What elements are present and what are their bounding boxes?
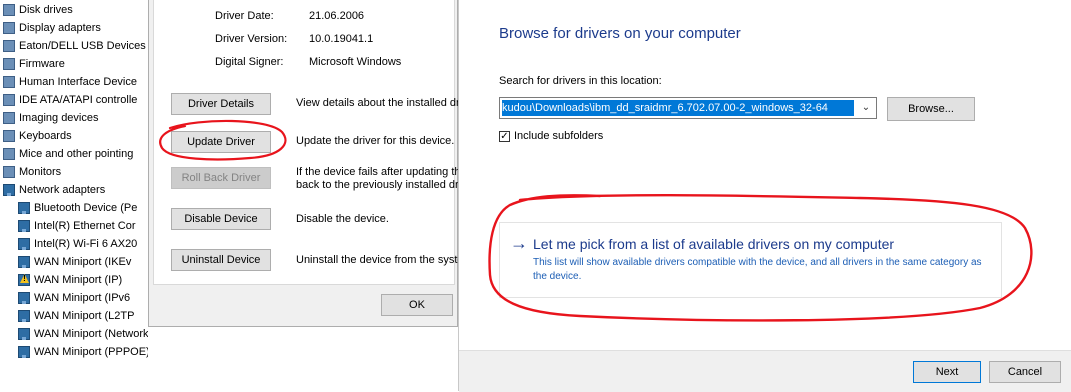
next-button[interactable]: Next bbox=[913, 361, 981, 383]
search-location-label: Search for drivers in this location: bbox=[499, 75, 662, 87]
device-tree[interactable]: Disk drives Display adapters Eaton/DELL US… bbox=[0, 0, 148, 391]
cancel-button[interactable]: Cancel bbox=[989, 361, 1061, 383]
chevron-down-icon[interactable]: ⌄ bbox=[857, 99, 875, 117]
device-tree-item[interactable]: Imaging devices bbox=[3, 109, 99, 127]
network-adapter-icon bbox=[18, 346, 30, 358]
device-tree-item-label[interactable]: WAN Miniport (IPv6 bbox=[34, 292, 130, 304]
wizard-footer: Next Cancel bbox=[459, 350, 1071, 392]
camera-icon bbox=[3, 112, 15, 124]
device-tree-item[interactable]: WAN Miniport (IKEv bbox=[18, 253, 131, 271]
device-tree-item-label[interactable]: Human Interface Device bbox=[19, 76, 137, 88]
disable-device-desc: Disable the device. bbox=[296, 213, 389, 225]
device-tree-item[interactable]: WAN Miniport (IP) bbox=[18, 271, 122, 289]
disk-drive-icon bbox=[3, 4, 15, 16]
arrow-right-icon: → bbox=[510, 233, 528, 253]
driver-details-desc: View details about the installed drive bbox=[296, 97, 466, 109]
device-tree-item-label[interactable]: WAN Miniport (L2TP bbox=[34, 310, 134, 322]
uninstall-device-desc: Uninstall the device from the system bbox=[296, 254, 466, 266]
hid-icon bbox=[3, 76, 15, 88]
roll-back-driver-button: Roll Back Driver bbox=[171, 167, 271, 189]
device-tree-item[interactable]: IDE ATA/ATAPI controlle bbox=[3, 91, 137, 109]
driver-version-value: 10.0.19041.1 bbox=[309, 33, 374, 45]
update-driver-desc: Update the driver for this device. bbox=[296, 135, 455, 147]
pick-from-list-title[interactable]: Let me pick from a list of available dri… bbox=[533, 236, 894, 252]
wizard-title: Browse for drivers on your computer bbox=[499, 25, 741, 42]
network-adapter-icon bbox=[18, 238, 30, 250]
device-tree-item-label[interactable]: Eaton/DELL USB Devices bbox=[19, 40, 146, 52]
update-driver-button[interactable]: Update Driver bbox=[171, 131, 271, 153]
device-tree-item[interactable]: WAN Miniport (PPPOE) bbox=[18, 343, 148, 361]
device-tree-item-label[interactable]: Imaging devices bbox=[19, 112, 99, 124]
display-adapter-icon bbox=[3, 22, 15, 34]
device-tree-item[interactable]: WAN Miniport (L2TP bbox=[18, 307, 134, 325]
include-subfolders-option[interactable]: ✓ Include subfolders bbox=[499, 130, 603, 142]
device-tree-item-label[interactable]: Display adapters bbox=[19, 22, 101, 34]
device-tree-item[interactable]: Network adapters bbox=[3, 181, 105, 199]
device-tree-item[interactable]: Bluetooth Device (Pe bbox=[18, 199, 137, 217]
driver-path-combobox[interactable]: kudou\Downloads\ibm_dd_sraidmr_6.702.07.… bbox=[499, 97, 877, 119]
browse-button[interactable]: Browse... bbox=[887, 97, 975, 121]
keyboard-icon bbox=[3, 130, 15, 142]
device-tree-item[interactable]: Mice and other pointing bbox=[3, 145, 133, 163]
network-adapter-icon bbox=[18, 256, 30, 268]
device-tree-item[interactable]: Eaton/DELL USB Devices bbox=[3, 37, 146, 55]
device-tree-item-label[interactable]: WAN Miniport (PPPOE) bbox=[34, 346, 148, 358]
device-tree-item-label[interactable]: WAN Miniport (IKEv bbox=[34, 256, 131, 268]
device-tree-item[interactable]: Intel(R) Ethernet Cor bbox=[18, 217, 135, 235]
update-driver-wizard: Browse for drivers on your computer Sear… bbox=[458, 0, 1071, 392]
device-tree-item-label[interactable]: Monitors bbox=[19, 166, 61, 178]
driver-tab-panel: Driver Date: 21.06.2006 Driver Version: … bbox=[153, 0, 466, 285]
device-tree-item-label[interactable]: Disk drives bbox=[19, 4, 73, 16]
pick-from-list-option[interactable]: → Let me pick from a list of available d… bbox=[499, 222, 1002, 298]
device-tree-item-label[interactable]: Mice and other pointing bbox=[19, 148, 133, 160]
device-tree-item-label[interactable]: Bluetooth Device (Pe bbox=[34, 202, 137, 214]
roll-back-driver-desc: If the device fails after updating the b… bbox=[296, 166, 466, 191]
driver-path-input[interactable]: kudou\Downloads\ibm_dd_sraidmr_6.702.07.… bbox=[502, 100, 854, 116]
driver-details-button[interactable]: Driver Details bbox=[171, 93, 271, 115]
device-tree-item-label[interactable]: Keyboards bbox=[19, 130, 72, 142]
warning-network-adapter-icon bbox=[18, 274, 30, 286]
device-tree-item[interactable]: WAN Miniport (IPv6 bbox=[18, 289, 130, 307]
device-tree-item[interactable]: Keyboards bbox=[3, 127, 72, 145]
digital-signer-label: Digital Signer: bbox=[215, 56, 284, 68]
device-tree-item-label[interactable]: Firmware bbox=[19, 58, 65, 70]
usb-device-icon bbox=[3, 40, 15, 52]
network-adapter-icon bbox=[18, 310, 30, 322]
driver-properties-dialog: Driver Date: 21.06.2006 Driver Version: … bbox=[148, 0, 466, 327]
device-tree-item-label[interactable]: Network adapters bbox=[19, 184, 105, 196]
driver-date-label: Driver Date: bbox=[215, 10, 274, 22]
pick-from-list-desc: This list will show available drivers co… bbox=[533, 257, 982, 282]
network-adapter-icon bbox=[3, 184, 15, 196]
disable-device-button[interactable]: Disable Device bbox=[171, 208, 271, 230]
network-adapter-icon bbox=[18, 220, 30, 232]
include-subfolders-checkbox[interactable]: ✓ bbox=[499, 130, 510, 142]
ok-button[interactable]: OK bbox=[381, 294, 453, 316]
device-tree-item[interactable]: Intel(R) Wi-Fi 6 AX20 bbox=[18, 235, 137, 253]
device-tree-item[interactable]: Disk drives bbox=[3, 1, 73, 19]
mouse-icon bbox=[3, 148, 15, 160]
firmware-icon bbox=[3, 58, 15, 70]
digital-signer-value: Microsoft Windows bbox=[309, 56, 402, 68]
monitor-icon bbox=[3, 166, 15, 178]
network-adapter-icon bbox=[18, 202, 30, 214]
device-tree-item[interactable]: Display adapters bbox=[3, 19, 101, 37]
include-subfolders-label[interactable]: Include subfolders bbox=[514, 130, 603, 142]
device-tree-item[interactable]: Human Interface Device bbox=[3, 73, 137, 91]
network-adapter-icon bbox=[18, 328, 30, 340]
driver-date-value: 21.06.2006 bbox=[309, 10, 365, 22]
device-tree-item-label[interactable]: Intel(R) Wi-Fi 6 AX20 bbox=[34, 238, 137, 250]
device-tree-item[interactable]: WAN Miniport (Network Monitor) bbox=[18, 325, 148, 343]
device-tree-item[interactable]: Monitors bbox=[3, 163, 61, 181]
device-tree-item-label[interactable]: WAN Miniport (Network Monitor) bbox=[34, 328, 148, 340]
device-tree-item-label[interactable]: Intel(R) Ethernet Cor bbox=[34, 220, 135, 232]
device-tree-item-label[interactable]: WAN Miniport (IP) bbox=[34, 274, 122, 286]
device-tree-item-label[interactable]: IDE ATA/ATAPI controlle bbox=[19, 94, 137, 106]
device-tree-item[interactable]: Firmware bbox=[3, 55, 65, 73]
uninstall-device-button[interactable]: Uninstall Device bbox=[171, 249, 271, 271]
ide-controller-icon bbox=[3, 94, 15, 106]
network-adapter-icon bbox=[18, 292, 30, 304]
driver-version-label: Driver Version: bbox=[215, 33, 288, 45]
